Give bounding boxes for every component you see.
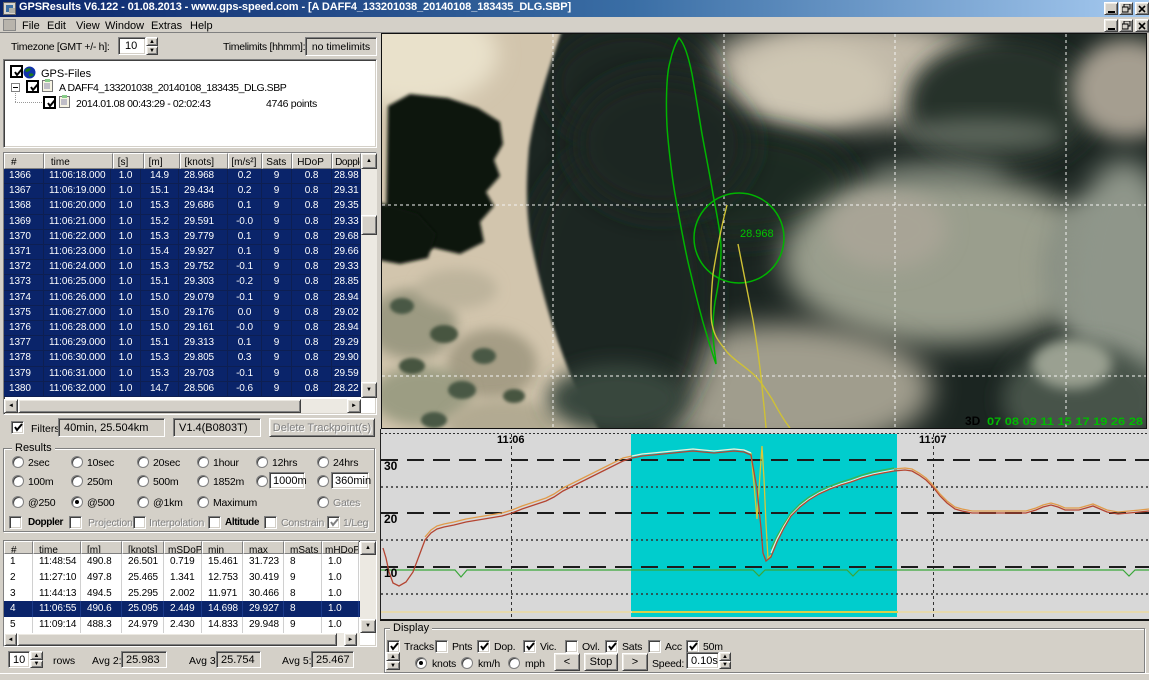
svg-text:11:06: 11:06 [497,434,525,446]
svg-text:20: 20 [384,512,398,526]
svg-text:07 08 09 11 15 17 19 26 28: 07 08 09 11 15 17 19 26 28 [987,416,1143,428]
svg-text:10: 10 [384,566,398,580]
svg-text:3D: 3D [965,414,981,428]
svg-text:28.968: 28.968 [740,228,774,240]
svg-text:11:07: 11:07 [919,434,947,446]
svg-text:30: 30 [384,459,398,473]
